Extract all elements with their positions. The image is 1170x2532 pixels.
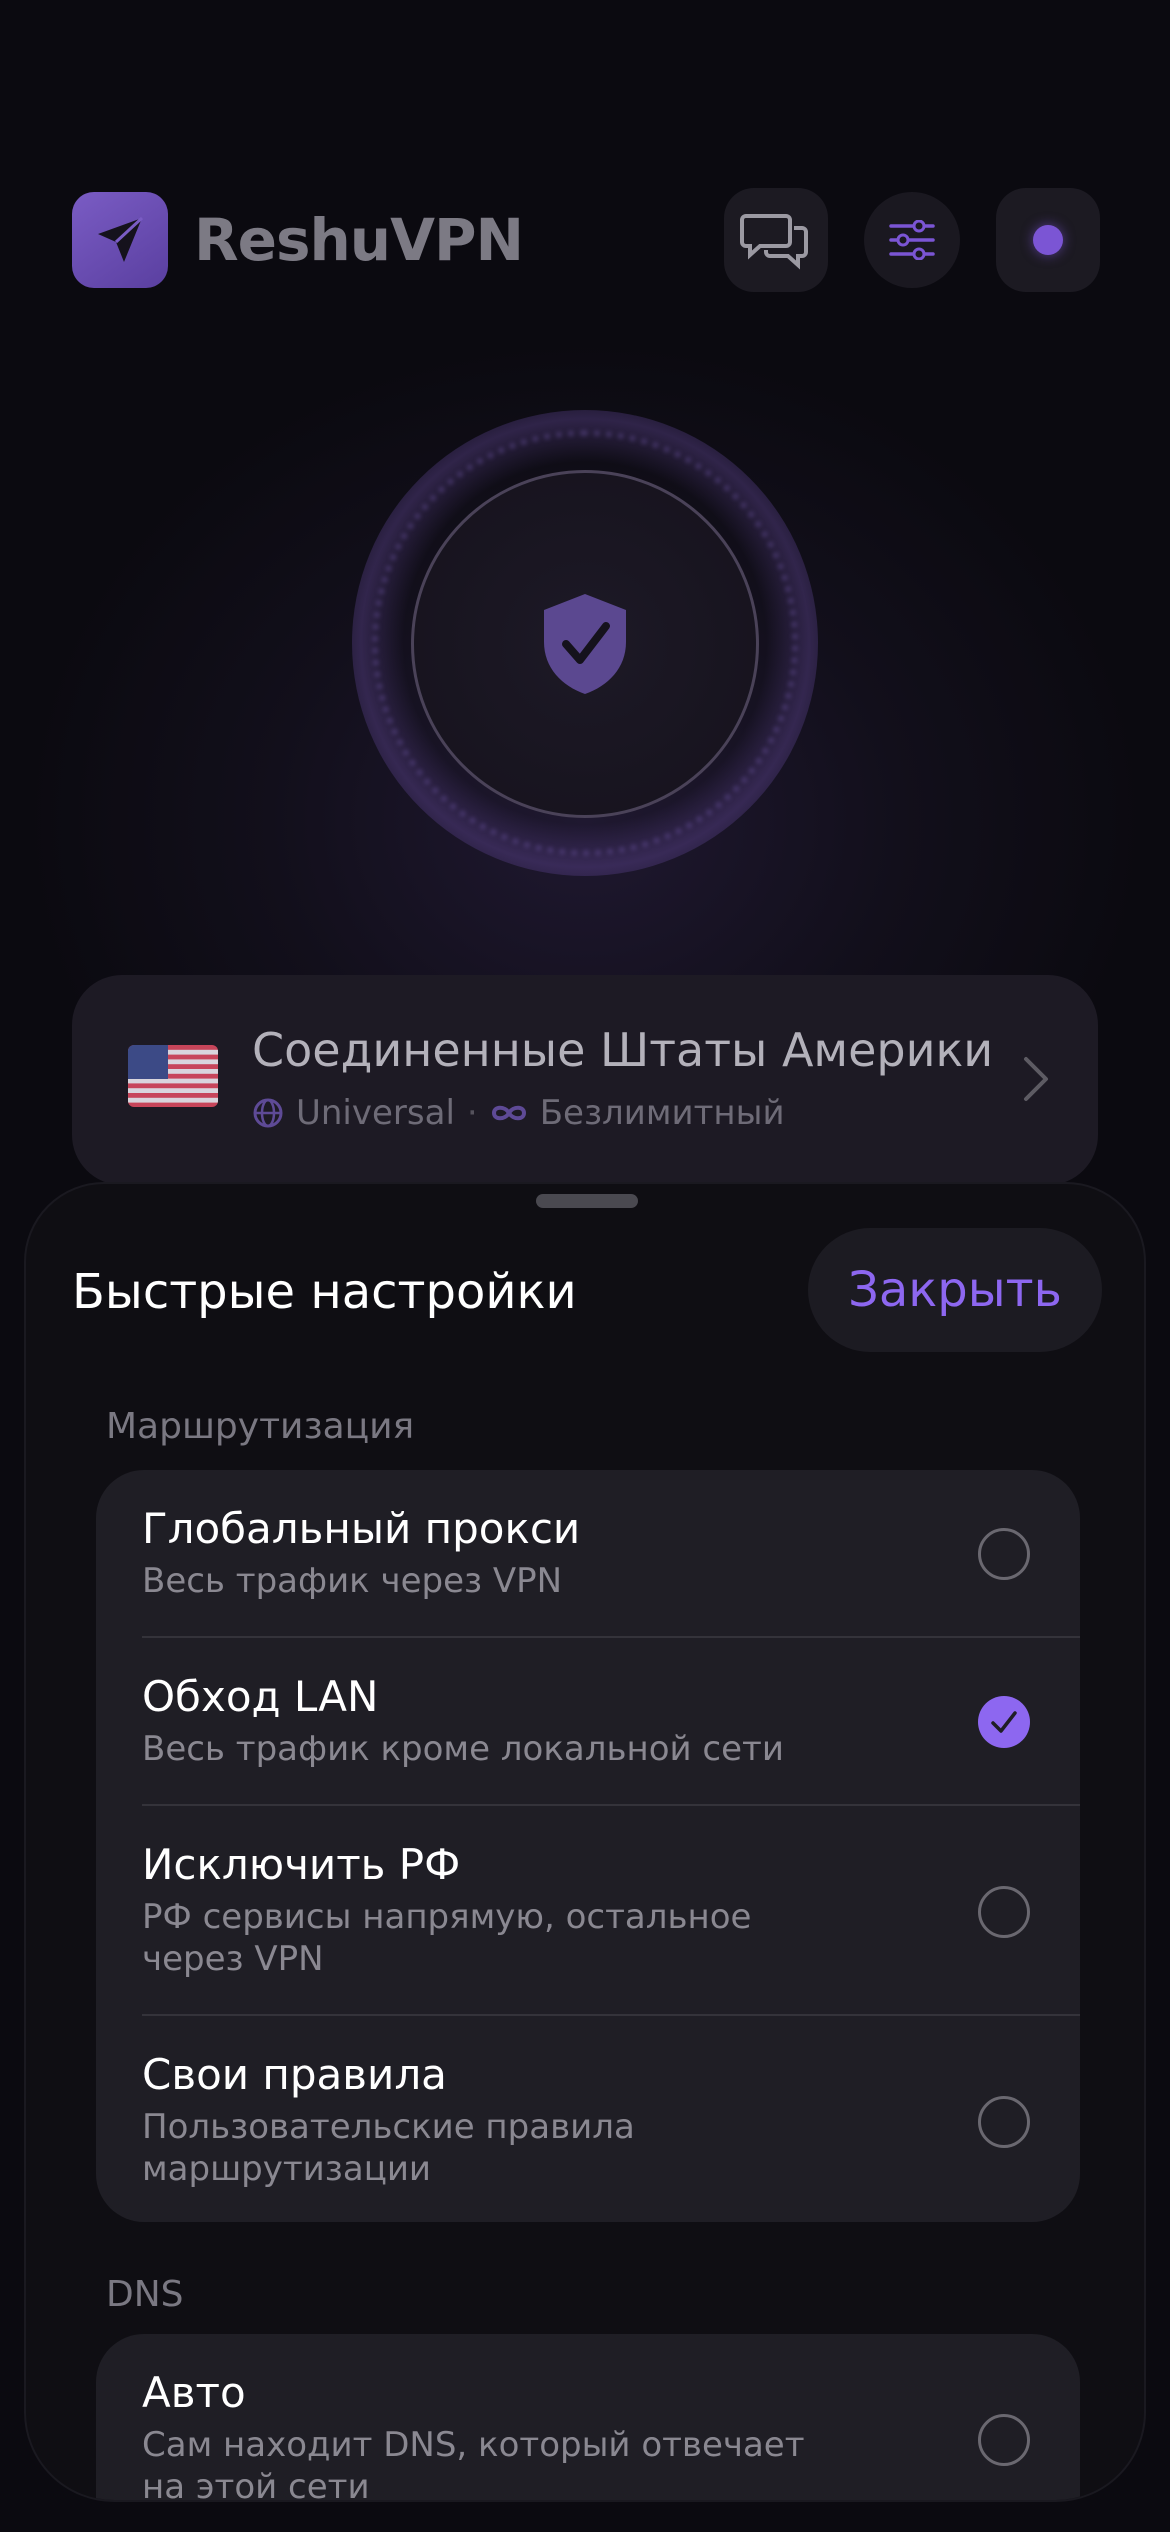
status-dot <box>1033 225 1063 255</box>
option-subtitle: Весь трафик кроме локальной сети <box>142 1729 784 1769</box>
sliders-icon <box>889 220 935 260</box>
radio-button[interactable] <box>978 2096 1030 2148</box>
app-screen: ReshuVPN Соединенные Штаты Америки Unive… <box>0 0 1170 2532</box>
routing-option-global[interactable]: Глобальный прокси Весь трафик через VPN <box>96 1470 1080 1638</box>
option-subtitle: РФ сервисы напрямую, остальное через VPN <box>142 1897 752 1979</box>
option-title: Свои правила <box>142 2050 447 2099</box>
chat-icon <box>740 214 808 270</box>
option-title: Глобальный прокси <box>142 1504 581 1553</box>
checkmark-icon <box>991 1711 1017 1733</box>
close-button[interactable]: Закрыть <box>808 1228 1102 1352</box>
send-icon <box>98 216 144 262</box>
support-chat-button[interactable] <box>724 188 828 292</box>
shield-check-icon <box>544 594 626 694</box>
chevron-right-icon <box>1024 1057 1048 1101</box>
server-plan: Безлимитный <box>539 1093 785 1133</box>
app-logo <box>72 192 168 288</box>
routing-section-label: Маршрутизация <box>106 1406 415 1447</box>
quick-settings-sheet: Быстрые настройки Закрыть Маршрутизация … <box>24 1182 1146 2502</box>
settings-button[interactable] <box>864 192 960 288</box>
routing-option-bypass-lan[interactable]: Обход LAN Весь трафик кроме локальной се… <box>96 1638 1080 1806</box>
routing-option-exclude-ru[interactable]: Исключить РФ РФ сервисы напрямую, осталь… <box>96 1806 1080 2016</box>
dns-option-auto[interactable]: Авто Сам находит DNS, который отвечает н… <box>96 2334 1080 2502</box>
server-country: Соединенные Штаты Америки <box>252 1023 994 1077</box>
sheet-title: Быстрые настройки <box>72 1264 577 1320</box>
server-selector[interactable]: Соединенные Штаты Америки Universal · Бе… <box>72 975 1098 1185</box>
header: ReshuVPN <box>72 188 1100 292</box>
dns-section-label: DNS <box>106 2274 184 2315</box>
dns-options: Авто Сам находит DNS, который отвечает н… <box>96 2334 1080 2502</box>
radio-button-selected[interactable] <box>978 1696 1030 1748</box>
option-title: Обход LAN <box>142 1672 379 1721</box>
infinity-icon <box>491 1105 526 1121</box>
option-subtitle: Весь трафик через VPN <box>142 1561 563 1601</box>
routing-options: Глобальный прокси Весь трафик через VPN … <box>96 1470 1080 2222</box>
us-flag-icon <box>128 1045 218 1107</box>
option-subtitle: Сам находит DNS, который отвечает на это… <box>142 2425 805 2502</box>
radio-button[interactable] <box>978 1528 1030 1580</box>
connect-button[interactable] <box>411 470 759 818</box>
sheet-drag-handle[interactable] <box>536 1194 638 1208</box>
connection-status-button[interactable] <box>996 188 1100 292</box>
radio-button[interactable] <box>978 1886 1030 1938</box>
globe-icon <box>253 1098 283 1128</box>
radio-button[interactable] <box>978 2414 1030 2466</box>
app-title: ReshuVPN <box>194 206 524 274</box>
option-subtitle: Пользовательские правила маршрутизации <box>142 2107 635 2189</box>
option-title: Авто <box>142 2368 246 2417</box>
server-meta: Universal · Безлимитный <box>252 1093 785 1133</box>
server-protocol: Universal <box>296 1093 455 1133</box>
meta-separator: · <box>466 1093 478 1133</box>
option-title: Исключить РФ <box>142 1840 461 1889</box>
routing-option-custom[interactable]: Свои правила Пользовательские правила ма… <box>96 2016 1080 2222</box>
